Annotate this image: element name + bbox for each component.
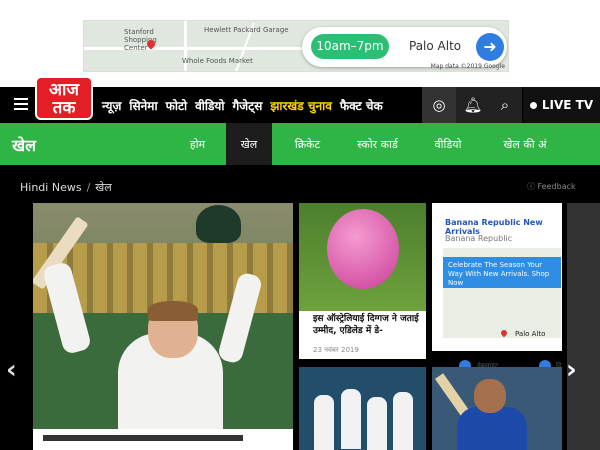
player-figure (341, 389, 361, 449)
helmet (196, 205, 241, 243)
sponsored-ad-card[interactable]: Banana Republic New Arrivals Banana Repu… (432, 203, 562, 372)
main-content: Hindi News / खेल ⓘ Feedback इस ऑस्ट्रेलिया… (0, 165, 600, 450)
bell-icon[interactable]: 🔔︎ (456, 87, 490, 123)
map-copyright: Map data ©2019 Google (430, 63, 505, 70)
nav-link-photo[interactable]: फोटो (166, 97, 188, 114)
cricket-bat (434, 373, 470, 416)
tab-video[interactable]: वीडियो (418, 123, 478, 165)
audio-icon[interactable]: ◎ (422, 87, 456, 123)
player-head (474, 379, 506, 413)
live-tv-label: LIVE TV (541, 98, 594, 112)
nav-link-fact-check[interactable]: फैक्ट चेक (340, 97, 383, 114)
tab-sports[interactable]: खेल (226, 123, 272, 165)
story-card-batsman[interactable] (432, 367, 562, 450)
live-dot-icon (529, 101, 537, 109)
player-figure (367, 397, 387, 450)
story-title[interactable]: इस ऑस्ट्रेलियाई दिग्गज ने जताई उम्मीद, ए… (313, 313, 421, 337)
ad-place: Palo Alto (515, 330, 546, 338)
tab-home[interactable]: होम (175, 123, 220, 165)
tab-scorecard[interactable]: स्कोर कार्ड (345, 123, 410, 165)
breadcrumb-separator: / (86, 181, 91, 194)
hero-caption-text (43, 435, 243, 441)
ad-bubble[interactable]: Celebrate The Season Your Way With New A… (443, 257, 561, 288)
story-date: 23 नवंबर 2019 (313, 346, 359, 354)
main-nav: न्यूज़ सिनेमा फोटो वीडियो गैजेट्स झारखंड… (102, 87, 391, 123)
breadcrumb-home[interactable]: Hindi News (20, 181, 82, 194)
hero-caption[interactable] (33, 429, 293, 450)
player-figure (393, 392, 413, 450)
nav-link-video[interactable]: वीडियो (195, 97, 224, 114)
tab-more[interactable]: खेल की अं (490, 123, 560, 165)
ad-brand: Banana Republic (445, 234, 513, 243)
menu-icon[interactable] (14, 98, 28, 110)
pink-ball (327, 209, 399, 289)
nav-link-gadgets[interactable]: गैजेट्स (233, 97, 263, 114)
map-label: Hewlett Packard Garage (204, 26, 289, 34)
nav-link-jharkhand-election[interactable]: झारखंड चुनाव (270, 97, 332, 114)
feedback-link[interactable]: ⓘ Feedback (527, 181, 576, 192)
live-tv-button[interactable]: LIVE TV (523, 87, 600, 123)
nav-link-news[interactable]: न्यूज़ (102, 97, 121, 114)
section-nav: खेल होम खेल क्रिकेट स्कोर कार्ड वीडियो ख… (0, 123, 600, 165)
nav-link-cinema[interactable]: सिनेमा (129, 97, 157, 114)
player-hair (148, 301, 198, 321)
hours-badge: 10am–7pm (311, 34, 389, 59)
map-label: Whole Foods Market (182, 57, 253, 65)
tab-cricket[interactable]: क्रिकेट (280, 123, 335, 165)
aajtak-logo[interactable]: आज तक (35, 76, 93, 120)
directions-icon[interactable]: ➜ (476, 33, 504, 61)
feedback-label: Feedback (537, 182, 576, 191)
ad-location: Palo Alto (409, 39, 462, 53)
player-shirt (457, 407, 527, 450)
map-ad-banner[interactable]: Stanford Shopping Center Hewlett Packard… (83, 20, 509, 72)
map-road (84, 47, 314, 50)
section-title: खेल (12, 136, 36, 155)
player-figure (314, 395, 334, 450)
breadcrumb-current: खेल (95, 181, 112, 194)
breadcrumb: Hindi News / खेल (20, 180, 112, 195)
next-card-peek[interactable] (567, 203, 600, 450)
chevron-right-icon[interactable]: › (566, 355, 577, 385)
story-card-pink-ball[interactable]: इस ऑस्ट्रेलियाई दिग्गज ने जताई उम्मीद, ए… (299, 203, 426, 359)
hero-story-card[interactable] (33, 203, 293, 450)
chevron-left-icon[interactable]: ‹ (6, 355, 17, 385)
search-icon[interactable]: ⌕ (488, 87, 522, 123)
story-card-team[interactable] (299, 367, 426, 450)
